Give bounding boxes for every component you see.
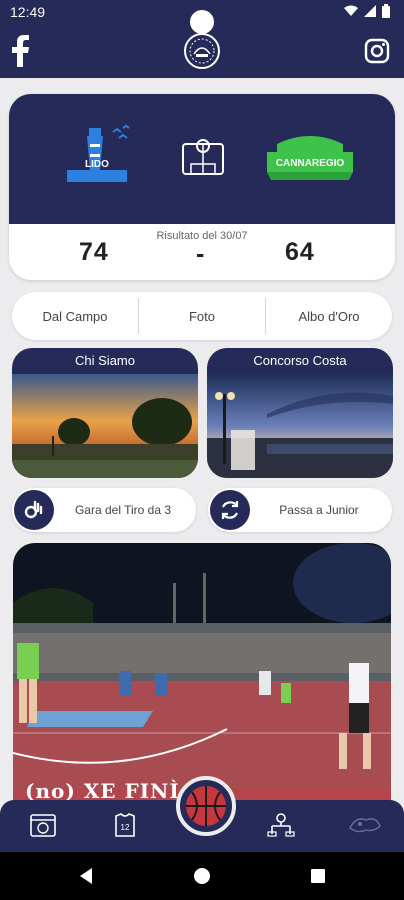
basketball-icon — [186, 786, 226, 826]
system-navigation-bar — [0, 852, 404, 900]
signal-icon — [364, 5, 376, 17]
club-logo-icon[interactable] — [183, 32, 221, 70]
cannaregio-team-logo: CANNAREGIO — [267, 136, 353, 180]
calendar-ball-icon[interactable] — [28, 812, 58, 838]
sunset-park-image — [12, 374, 198, 478]
match-result-header: LIDO CANNAREGIO — [9, 94, 395, 224]
home-score: 74 — [79, 238, 109, 266]
battery-icon — [382, 4, 390, 18]
home-basketball-button[interactable] — [176, 776, 236, 836]
junior-badge — [210, 490, 250, 530]
tab-foto[interactable]: Foto — [138, 298, 265, 334]
wifi-icon — [344, 5, 358, 16]
gara-badge — [14, 490, 54, 530]
status-time: 12:49 — [10, 4, 46, 20]
bracket-icon[interactable] — [266, 812, 296, 838]
gara-tiro-da-3-button[interactable]: Gara del Tiro da 3 — [12, 488, 196, 532]
away-score: 64 — [285, 238, 315, 266]
back-icon[interactable] — [76, 866, 96, 886]
lido-team-logo: LIDO — [67, 124, 130, 182]
chi-siamo-title: Chi Siamo — [75, 353, 135, 368]
bottom-navigation: 12 — [0, 776, 404, 852]
refresh-icon — [221, 501, 239, 519]
ok-hand-icon — [24, 500, 43, 519]
facebook-icon[interactable] — [8, 35, 32, 67]
tab-albo-doro[interactable]: Albo d'Oro — [265, 298, 392, 334]
waterfront-evening-image — [207, 374, 393, 478]
match-result-card[interactable]: LIDO CANNAREGIO Risultato del 30/07 74 -… — [9, 94, 395, 280]
svg-text:12: 12 — [121, 823, 130, 832]
camera-cutout — [190, 10, 214, 34]
cannaregio-team-name: CANNAREGIO — [276, 158, 345, 169]
tab-dal-campo[interactable]: Dal Campo — [12, 292, 138, 340]
chi-siamo-card[interactable]: Chi Siamo — [12, 348, 198, 478]
concorso-costa-title: Concorso Costa — [253, 353, 347, 368]
gara-label: Gara del Tiro da 3 — [74, 503, 172, 517]
section-tabs: Dal Campo Foto Albo d'Oro — [12, 292, 392, 340]
concorso-costa-card[interactable]: Concorso Costa — [207, 348, 393, 478]
instagram-icon[interactable] — [364, 38, 390, 64]
junior-label: Passa a Junior — [279, 503, 359, 517]
recents-icon[interactable] — [308, 866, 328, 886]
passa-a-junior-button[interactable]: Passa a Junior — [208, 488, 392, 532]
score-separator: - — [196, 240, 205, 268]
lido-team-name: LIDO — [85, 159, 109, 170]
basketball-court-icon — [182, 139, 224, 175]
team-jersey-icon[interactable]: 12 — [110, 812, 140, 838]
status-icons — [344, 4, 390, 18]
trophy-icon[interactable] — [346, 812, 384, 838]
home-icon[interactable] — [192, 866, 212, 886]
